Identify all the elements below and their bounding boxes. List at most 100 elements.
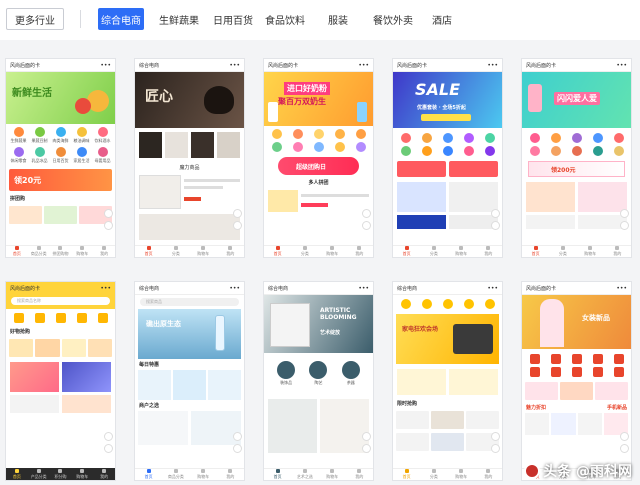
share-icon[interactable] xyxy=(620,432,629,441)
product-thumb[interactable] xyxy=(560,382,593,400)
category-item[interactable] xyxy=(437,133,458,143)
category-item[interactable] xyxy=(329,129,350,139)
category-item[interactable] xyxy=(395,146,416,156)
category-item[interactable] xyxy=(266,129,287,139)
product-thumb[interactable] xyxy=(62,395,111,413)
category-item[interactable] xyxy=(350,129,371,139)
category-item[interactable] xyxy=(29,313,50,323)
template-card-3[interactable]: 风尚后面的卡 ••• 进口好奶粉 聚百万双奶生 超级团购日 多人拼团 首页 分类 … xyxy=(263,58,374,258)
template-card-9[interactable]: 综合电商 ••• 家电狂欢会场 限时抢购 首页 分类 购物车 我的 xyxy=(392,281,503,481)
tab-home[interactable]: 首页 xyxy=(135,246,162,257)
category-item[interactable] xyxy=(71,313,92,323)
category-item[interactable] xyxy=(566,367,587,377)
category-item[interactable]: 休闲零食 xyxy=(8,147,29,164)
category-item[interactable]: 粮油调味 xyxy=(71,127,92,144)
product-thumb[interactable] xyxy=(10,395,59,413)
template-card-4[interactable]: 风尚后面的卡 ••• SALE 优惠套装 · 全场5折起 首页 分类 购物车 我的 xyxy=(392,58,503,258)
product-thumb[interactable] xyxy=(9,339,34,357)
service-icon[interactable] xyxy=(620,444,629,453)
product-thumb[interactable] xyxy=(577,413,602,435)
tab-group-buy[interactable]: 拼团购物 xyxy=(50,246,72,257)
category-item[interactable] xyxy=(608,133,629,143)
share-icon[interactable] xyxy=(104,432,113,441)
category-item[interactable] xyxy=(566,146,587,156)
promo-banner[interactable]: 家电狂欢会场 xyxy=(396,314,499,364)
category-item[interactable] xyxy=(287,129,308,139)
share-icon[interactable] xyxy=(362,432,371,441)
template-card-1[interactable]: 风尚后面的卡 ••• 新鲜生活 生鲜蔬果 果蔬豆制 肉类海鲜 粮油调味 饮料酒水 … xyxy=(5,58,116,258)
search-input[interactable]: 搜索商品名称 xyxy=(11,297,110,305)
category-item[interactable] xyxy=(416,133,437,143)
tab-cart[interactable]: 购物车 xyxy=(577,246,604,257)
product-thumb[interactable] xyxy=(61,339,86,357)
category-item[interactable] xyxy=(524,133,545,143)
tab-category[interactable]: 分类 xyxy=(420,469,447,480)
product-thumb[interactable] xyxy=(62,362,111,392)
category-item[interactable] xyxy=(587,367,608,377)
category-item[interactable] xyxy=(416,146,437,156)
category-item[interactable] xyxy=(458,146,479,156)
tab-daily-goods[interactable]: 日用百货 xyxy=(210,8,256,30)
product-thumb[interactable] xyxy=(208,370,241,400)
category-item[interactable] xyxy=(587,146,608,156)
category-item[interactable] xyxy=(545,367,566,377)
service-icon[interactable] xyxy=(104,221,113,230)
tab-profile[interactable]: 我的 xyxy=(346,469,373,480)
category-item[interactable] xyxy=(329,142,350,152)
tab-profile[interactable]: 我的 xyxy=(346,246,373,257)
tab-category[interactable]: 商品分类 xyxy=(28,246,50,257)
tab-cart[interactable]: 购物车 xyxy=(190,246,217,257)
tab-points[interactable]: 积分购 xyxy=(50,468,72,480)
service-icon[interactable] xyxy=(233,444,242,453)
service-icon[interactable] xyxy=(233,221,242,230)
category-item[interactable] xyxy=(350,142,371,152)
product-thumb[interactable] xyxy=(431,411,464,429)
product-thumb[interactable] xyxy=(449,369,498,395)
category-item[interactable] xyxy=(524,146,545,156)
category-item[interactable]: 肉类海鲜 xyxy=(50,127,71,144)
service-icon[interactable] xyxy=(491,221,500,230)
category-item[interactable] xyxy=(479,299,500,309)
product-thumb[interactable] xyxy=(138,411,188,445)
category-item[interactable] xyxy=(416,299,437,309)
feature-image[interactable] xyxy=(139,132,162,158)
category-item[interactable] xyxy=(608,146,629,156)
tab-profile[interactable]: 我的 xyxy=(93,246,115,257)
tab-category[interactable]: 商品分类 xyxy=(162,469,189,480)
share-icon[interactable] xyxy=(233,432,242,441)
product-thumb[interactable] xyxy=(397,182,446,212)
template-card-10[interactable]: 风尚后面的卡••• 女装新品 魅力折扣 手机新品 首页 分类 购物车 我的 xyxy=(521,281,632,481)
category-item[interactable] xyxy=(266,142,287,152)
category-item[interactable]: 乳品冰品 xyxy=(29,147,50,164)
category-item[interactable] xyxy=(458,299,479,309)
product-thumb[interactable] xyxy=(9,206,42,224)
category-item[interactable] xyxy=(92,313,113,323)
category-item[interactable] xyxy=(8,313,29,323)
product-thumb[interactable] xyxy=(397,215,446,229)
category-item[interactable] xyxy=(395,133,416,143)
promo-banner[interactable]: 超级团购日 xyxy=(278,157,359,175)
more-industries-button[interactable]: 更多行业 xyxy=(6,8,64,30)
product-thumb[interactable] xyxy=(578,182,627,212)
category-item[interactable] xyxy=(50,313,71,323)
product-thumb[interactable] xyxy=(595,382,628,400)
template-card-5[interactable]: 风尚后面的卡 ••• 闪闪爱人爱 领200元 首页 分类 购物车 我的 xyxy=(521,58,632,258)
feature-image[interactable] xyxy=(217,132,240,158)
category-item[interactable]: 日用百货 xyxy=(50,147,71,164)
template-card-2[interactable]: 综合电商 ••• 匠心 魔力商品 首页 分类 购物车 我的 xyxy=(134,58,245,258)
product-thumb[interactable] xyxy=(396,433,429,451)
product-thumb[interactable] xyxy=(191,411,241,445)
category-item[interactable] xyxy=(308,129,329,139)
category-item[interactable] xyxy=(479,146,500,156)
product-thumb[interactable] xyxy=(268,399,317,453)
product-thumb[interactable] xyxy=(431,433,464,451)
tab-category[interactable]: 分类 xyxy=(291,246,318,257)
tab-home[interactable]: 首页 xyxy=(6,468,28,480)
product-thumb[interactable] xyxy=(551,413,576,435)
product-thumb[interactable] xyxy=(525,413,550,435)
coupon-card[interactable] xyxy=(449,161,498,177)
category-item[interactable]: 生鲜蔬果 xyxy=(8,127,29,144)
tab-hotel[interactable]: 酒店 xyxy=(422,8,462,30)
share-icon[interactable] xyxy=(491,432,500,441)
tab-category[interactable]: 产品分类 xyxy=(28,468,50,480)
